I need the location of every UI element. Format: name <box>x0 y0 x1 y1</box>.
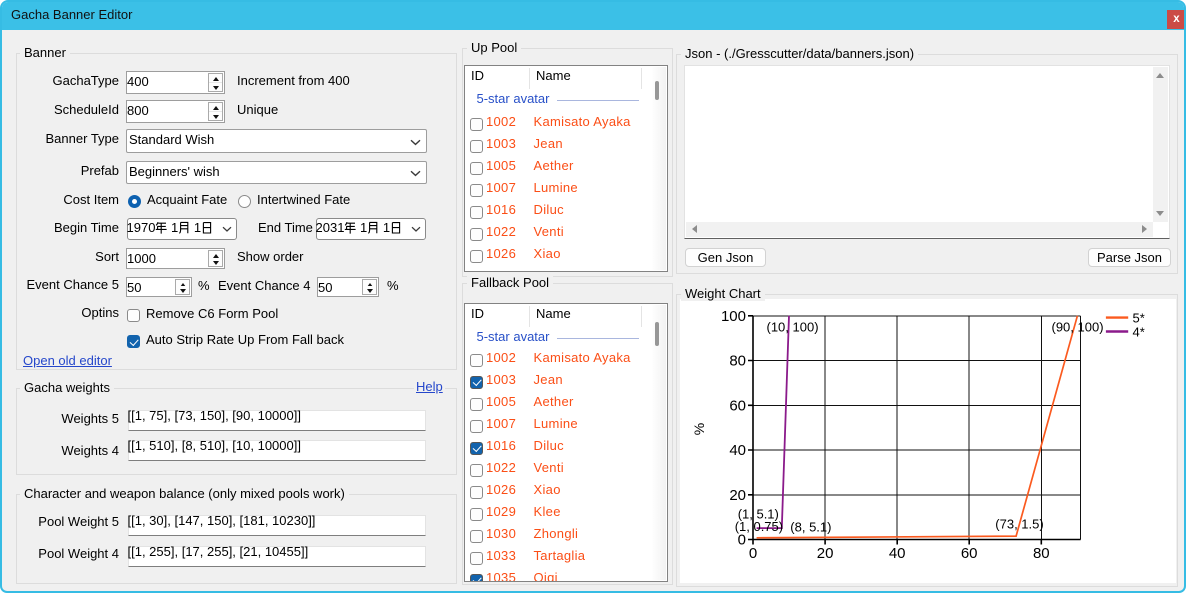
svg-text:0: 0 <box>738 532 746 549</box>
svg-text:%: % <box>691 423 707 435</box>
svg-text:4*: 4* <box>1133 325 1145 340</box>
svg-text:0: 0 <box>749 545 757 562</box>
svg-text:40: 40 <box>729 442 746 459</box>
svg-text:(1, 0.75): (1, 0.75) <box>735 519 783 534</box>
svg-text:80: 80 <box>1033 545 1050 562</box>
svg-text:100: 100 <box>721 308 746 325</box>
svg-text:20: 20 <box>729 487 746 504</box>
svg-text:(73, 1.5): (73, 1.5) <box>995 517 1043 532</box>
svg-text:60: 60 <box>729 397 746 414</box>
svg-text:80: 80 <box>729 353 746 370</box>
svg-text:5*: 5* <box>1133 311 1145 326</box>
svg-text:20: 20 <box>817 545 834 562</box>
svg-text:(10, 100): (10, 100) <box>767 320 819 335</box>
svg-text:60: 60 <box>961 545 978 562</box>
svg-text:40: 40 <box>889 545 906 562</box>
svg-text:(8, 5.1): (8, 5.1) <box>790 520 831 535</box>
svg-text:(90, 100): (90, 100) <box>1052 320 1104 335</box>
